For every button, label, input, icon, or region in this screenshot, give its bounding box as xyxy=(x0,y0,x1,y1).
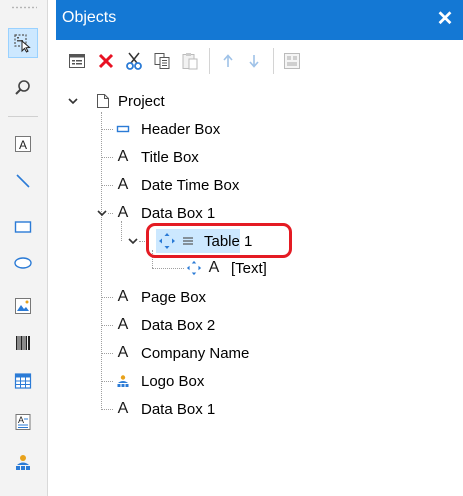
document-icon xyxy=(97,94,109,108)
tree-item[interactable]: A Company Name xyxy=(116,342,250,364)
object-tree: Project Header Box A Title Box A Date Ti… xyxy=(0,0,407,496)
expand-toggle[interactable] xyxy=(126,234,140,248)
tree-item-label: Page Box xyxy=(141,288,207,306)
chevron-down-icon xyxy=(68,98,78,105)
tree-item[interactable]: A Page Box xyxy=(116,286,206,308)
text-icon: A xyxy=(117,316,129,333)
text-icon: A xyxy=(117,288,129,305)
close-button[interactable]: ✕ xyxy=(433,4,457,32)
close-icon: ✕ xyxy=(436,7,454,30)
tree-guide-line xyxy=(101,185,113,186)
tree-guide-line xyxy=(101,325,113,326)
expand-toggle[interactable] xyxy=(95,206,109,220)
tree-guide-line xyxy=(101,129,113,130)
tree-item[interactable]: A Date Time Box xyxy=(116,174,240,196)
tree-guide-line xyxy=(101,381,113,382)
tree-guide-line xyxy=(152,268,184,269)
tree-item[interactable]: A Data Box 2 xyxy=(116,314,216,336)
tree-guide-line xyxy=(101,353,113,354)
text-icon: A xyxy=(117,400,129,417)
tree-guide-line xyxy=(121,221,122,241)
move-handle-icon xyxy=(186,260,202,276)
tree-guide-line xyxy=(101,297,113,298)
chevron-down-icon xyxy=(97,210,107,217)
text-icon: A xyxy=(117,344,129,361)
tree-item-label: Header Box xyxy=(141,120,221,138)
header-box-icon xyxy=(116,125,130,133)
tree-item-label: Logo Box xyxy=(141,372,205,390)
tree-item-label: Date Time Box xyxy=(141,176,240,194)
expand-toggle[interactable] xyxy=(66,94,80,108)
logo-icon xyxy=(117,375,129,387)
tree-item-project[interactable]: Project xyxy=(96,90,165,112)
tree-item[interactable]: A Data Box 1 xyxy=(116,398,216,420)
tree-guide-line xyxy=(101,157,113,158)
tree-item[interactable]: Header Box xyxy=(116,118,220,140)
tree-item[interactable]: A [Text] xyxy=(186,257,267,279)
text-icon: A xyxy=(117,204,129,221)
tree-item-label: Data Box 1 xyxy=(141,204,216,222)
text-icon: A xyxy=(117,148,129,165)
text-icon: A xyxy=(117,176,129,193)
tree-item[interactable]: A Data Box 1 xyxy=(116,202,216,224)
text-icon: A xyxy=(208,259,220,276)
tree-item-label: Project xyxy=(118,92,165,110)
tree-item-label: Company Name xyxy=(141,344,250,362)
tree-item[interactable]: A Title Box xyxy=(116,146,199,168)
annotation-outline xyxy=(146,223,292,258)
tree-item-label: [Text] xyxy=(231,259,267,277)
tree-guide-line xyxy=(101,409,113,410)
tree-item-label: Title Box xyxy=(141,148,199,166)
tree-item-label: Data Box 2 xyxy=(141,316,216,334)
chevron-down-icon xyxy=(128,238,138,245)
tree-item-label: Data Box 1 xyxy=(141,400,216,418)
tree-item[interactable]: Logo Box xyxy=(116,370,204,392)
